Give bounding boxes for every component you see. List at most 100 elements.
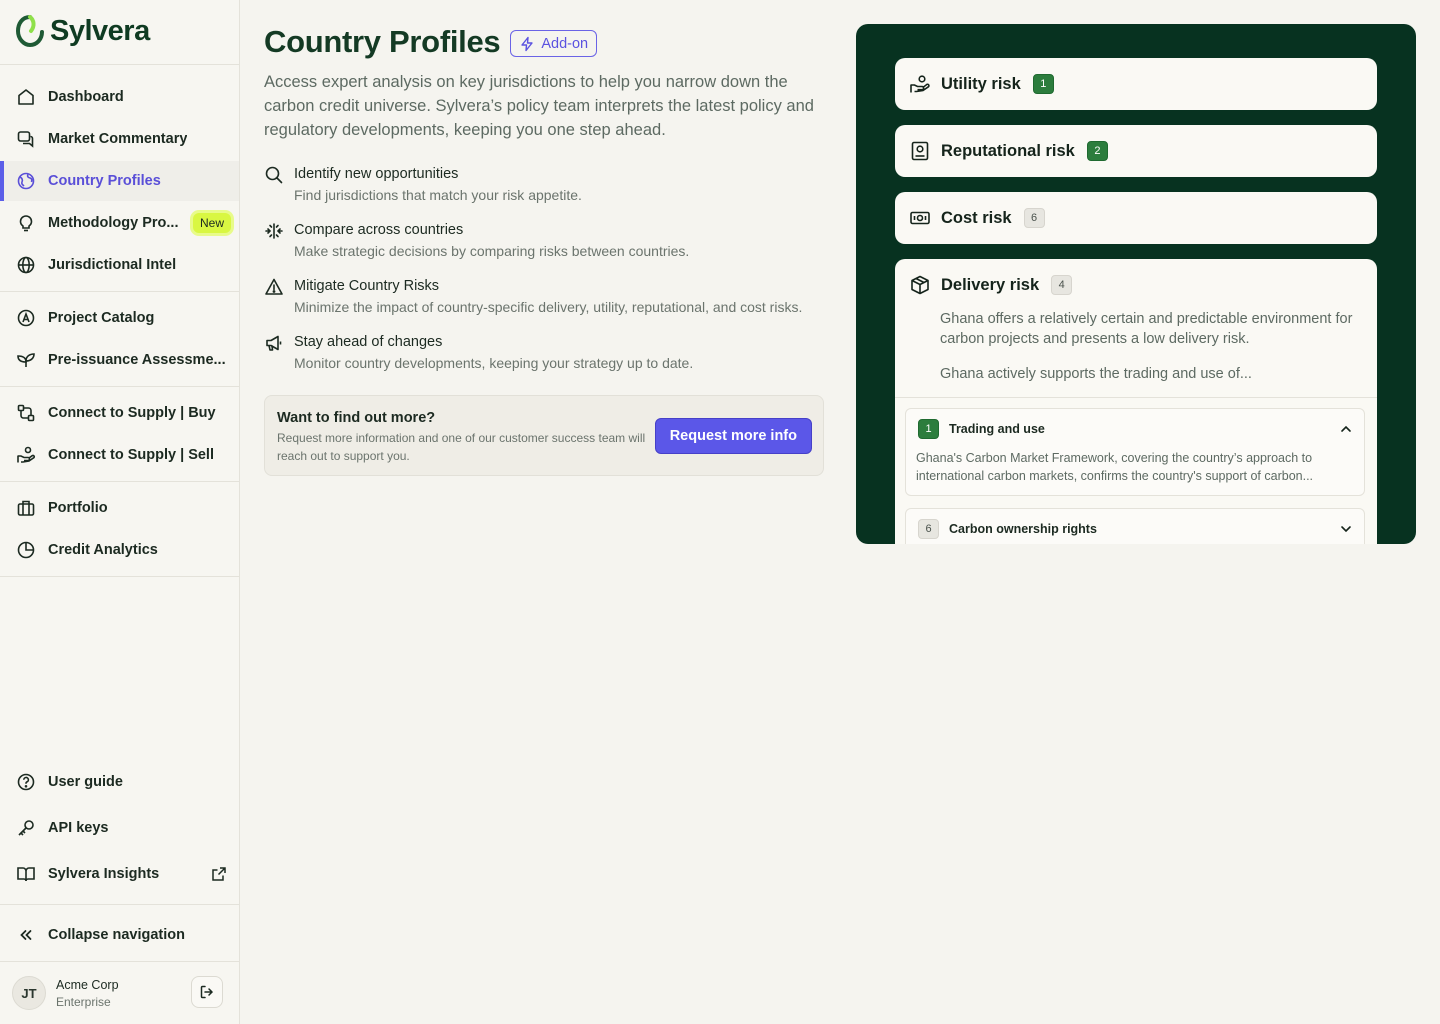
key-icon [16,818,36,838]
sidebar-item-label: Credit Analytics [48,542,158,558]
avatar[interactable]: JT [12,976,46,1010]
external-link-icon[interactable] [211,866,227,882]
title-row: Country Profiles Add-on [264,24,824,60]
banknote-icon [910,211,930,225]
sidebar-item-label: User guide [48,774,123,790]
globe-icon [16,171,36,191]
risk-title: Utility risk [941,74,1021,93]
feature-desc: Minimize the impact of country-specific … [294,299,803,315]
sidebar-item-credit-analytics[interactable]: Credit Analytics [0,530,239,570]
feature-item: Identify new opportunities Find jurisdic… [264,165,824,206]
divider [0,481,239,482]
user-profile: JT Acme Corp Enterprise [0,962,239,1024]
briefcase-icon [16,498,36,518]
brand-name: Sylvera [50,14,150,47]
delivery-paragraph: Ghana actively supports the trading and … [940,366,1252,382]
divider [0,64,239,65]
sidebar-item-portfolio[interactable]: Portfolio [0,488,239,528]
chevrons-left-icon [16,925,36,945]
sidebar-item-pre-issuance[interactable]: Pre-issuance Assessme... [0,340,239,380]
risk-card-utility[interactable]: Utility risk 1 [895,58,1377,110]
user-meta: Acme Corp Enterprise [56,978,119,1009]
logout-button[interactable] [191,976,223,1008]
collapse-navigation-label: Collapse navigation [48,927,185,943]
sidebar-item-label: Market Commentary [48,131,188,147]
feature-desc: Make strategic decisions by comparing ri… [294,243,690,259]
risk-card-cost[interactable]: Cost risk 6 [895,192,1377,244]
risk-card-reputational[interactable]: Reputational risk 2 [895,125,1377,177]
globe-grid-icon [16,255,36,275]
feature-item: Compare across countries Make strategic … [264,221,824,262]
risk-count-badge: 6 [1023,208,1045,228]
warning-icon [265,278,283,295]
accordion-header[interactable]: 6 Carbon ownership rights [906,509,1364,544]
sidebar-item-label: Sylvera Insights [48,866,160,882]
sidebar-item-connect-buy[interactable]: Connect to Supply | Buy [0,393,239,433]
sprout-icon [16,350,36,370]
request-more-info-button[interactable]: Request more info [654,418,812,454]
sidebar-item-connect-sell[interactable]: Connect to Supply | Sell [0,435,239,475]
risk-card-delivery: Delivery risk 4 Ghana offers a relativel… [895,259,1377,544]
book-icon [16,864,36,884]
brand-logo[interactable]: Sylvera [16,14,150,48]
cta-desc: Request more information and one of our … [277,431,646,463]
pie-chart-icon [16,540,36,560]
feature-title: Stay ahead of changes [294,334,443,350]
risk-preview-panel: Utility risk 1 Reputational risk 2 Cost … [856,24,1416,544]
risk-count-badge: 4 [1051,275,1073,295]
section-title: Carbon ownership rights [949,522,1097,536]
delivery-paragraph: Ghana offers a relatively certain and pr… [940,311,1353,347]
main-content: Country Profiles Add-on Access expert an… [264,24,824,476]
section-text: Ghana's Carbon Market Framework, coverin… [916,451,1314,483]
collapse-navigation-button[interactable]: Collapse navigation [0,915,239,955]
divider [0,386,239,387]
delivery-header[interactable]: Delivery risk 4 [909,274,1073,296]
feature-desc: Find jurisdictions that match your risk … [294,187,582,203]
link-icon [16,403,36,423]
risk-count-badge: 1 [1032,74,1054,94]
sidebar-item-label: Methodology Pro... [48,215,179,231]
addon-label: Add-on [541,35,589,52]
section-title: Trading and use [949,422,1045,436]
divider [0,576,239,577]
sidebar-item-project-catalog[interactable]: Project Catalog [0,298,239,338]
sidebar-item-dashboard[interactable]: Dashboard [0,77,239,117]
sidebar-item-market-commentary[interactable]: Market Commentary [0,119,239,159]
sidebar-item-label: Dashboard [48,89,124,105]
risk-count-badge: 2 [1086,141,1108,161]
logout-icon [200,985,214,999]
compare-icon [265,223,283,239]
hand-coin-icon [910,75,930,93]
sidebar-item-api-keys[interactable]: API keys [0,808,239,848]
accordion-trading-and-use: 1 Trading and use Ghana's Carbon Market … [905,408,1365,496]
accordion-carbon-ownership-rights: 6 Carbon ownership rights [905,508,1365,544]
feature-desc: Monitor country developments, keeping yo… [294,355,694,371]
page-title: Country Profiles [264,24,501,59]
feature-item: Stay ahead of changes Monitor country de… [264,333,824,374]
sidebar-item-label: Portfolio [48,500,108,516]
sidebar-item-label: Project Catalog [48,310,155,326]
sidebar-item-user-guide[interactable]: User guide [0,762,239,802]
feature-title: Compare across countries [294,222,464,238]
help-icon [16,772,36,792]
delivery-summary: Ghana offers a relatively certain and pr… [940,309,1360,384]
user-plan: Enterprise [56,994,111,1009]
sidebar-item-label: Jurisdictional Intel [48,257,177,273]
section-count-badge: 6 [918,519,939,539]
feature-item: Mitigate Country Risks Minimize the impa… [264,277,824,318]
sidebar-item-jurisdictional-intel[interactable]: Jurisdictional Intel [0,245,239,285]
accordion-header[interactable]: 1 Trading and use [906,409,1364,449]
sidebar-item-label: Connect to Supply | Sell [48,447,214,463]
sidebar-item-label: API keys [48,820,109,836]
chevron-down-icon [1341,526,1351,533]
divider [0,291,239,292]
user-org: Acme Corp [56,977,119,992]
sidebar-item-sylvera-insights[interactable]: Sylvera Insights [0,854,239,894]
sylvera-logo-icon [16,15,44,48]
sidebar-item-methodology[interactable]: Methodology Pro... New [0,203,239,243]
sidebar: Sylvera Dashboard Market Commentary Coun… [0,0,240,1024]
feature-title: Mitigate Country Risks [294,278,440,294]
lightning-icon [521,36,534,51]
sidebar-item-country-profiles[interactable]: Country Profiles [0,161,239,201]
risk-title: Delivery risk [941,275,1040,294]
